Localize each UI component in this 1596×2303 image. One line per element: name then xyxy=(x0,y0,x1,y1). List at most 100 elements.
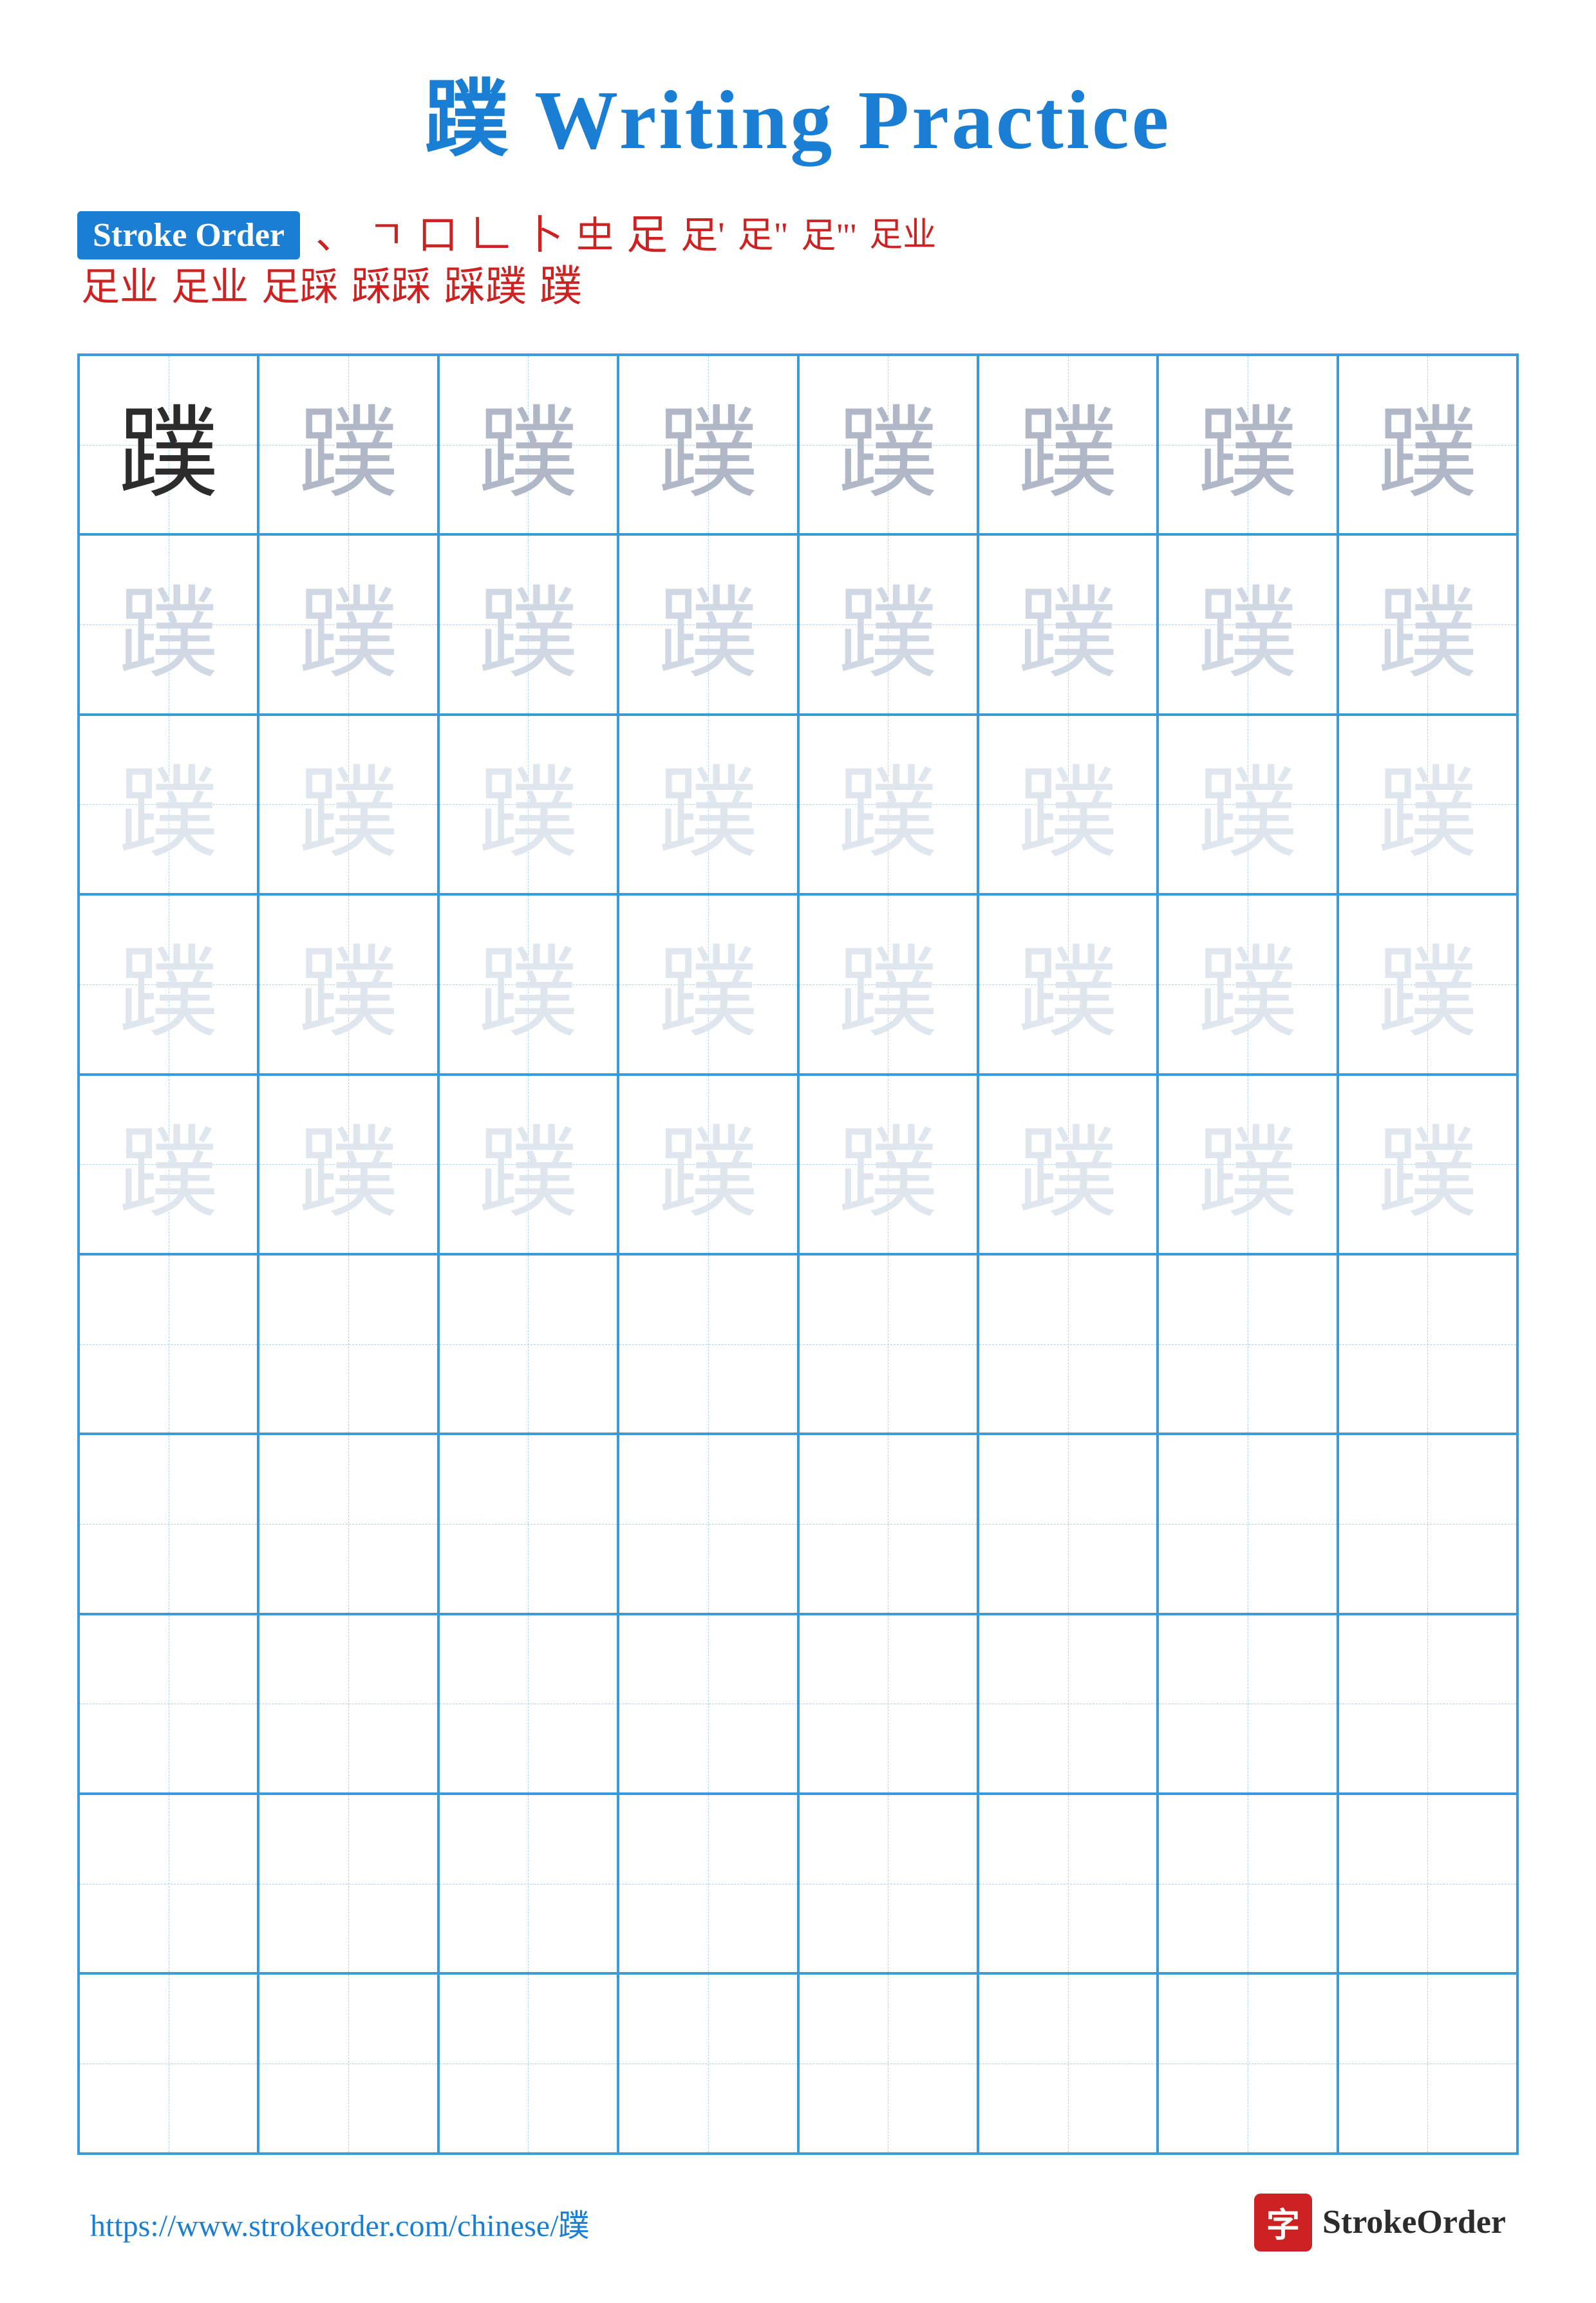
stroke-order-label: Stroke Order xyxy=(77,211,300,259)
cell-10-2 xyxy=(258,1973,438,2153)
char-very-light: 蹼 xyxy=(658,1092,758,1237)
grid-row-1: 蹼 蹼 蹼 蹼 蹼 蹼 蹼 蹼 xyxy=(79,355,1517,534)
char-mid: 蹼 xyxy=(478,372,578,517)
cell-9-7 xyxy=(1158,1794,1337,1973)
char-light: 蹼 xyxy=(299,552,399,697)
cell-4-5: 蹼 xyxy=(798,894,978,1074)
char-mid: 蹼 xyxy=(1197,372,1297,517)
cell-7-3 xyxy=(438,1434,618,1613)
char-very-light: 蹼 xyxy=(118,732,218,877)
cell-6-8 xyxy=(1338,1254,1517,1434)
cell-2-2: 蹼 xyxy=(258,534,438,714)
practice-grid: 蹼 蹼 蹼 蹼 蹼 蹼 蹼 蹼 蹼 蹼 蹼 蹼 蹼 蹼 蹼 蹼 蹼 蹼 蹼 蹼 … xyxy=(77,353,1519,2155)
grid-row-10 xyxy=(79,1973,1517,2153)
cell-2-8: 蹼 xyxy=(1338,534,1517,714)
char-mid: 蹼 xyxy=(658,372,758,517)
cell-4-8: 蹼 xyxy=(1338,894,1517,1074)
char-very-light: 蹼 xyxy=(838,1092,938,1237)
cell-1-6: 蹼 xyxy=(978,355,1158,534)
cell-8-8 xyxy=(1338,1614,1517,1794)
cell-4-7: 蹼 xyxy=(1158,894,1337,1074)
char-dark: 蹼 xyxy=(118,372,218,517)
cell-1-2: 蹼 xyxy=(258,355,438,534)
cell-6-7 xyxy=(1158,1254,1337,1434)
cell-7-2 xyxy=(258,1434,438,1613)
stroke-1: 、 xyxy=(315,216,355,256)
stroke-order-row-1: Stroke Order 、 ㄱ 口 𠃊 卜 𠀐 足 足' 足" 足"' 足业 xyxy=(77,211,1519,259)
cell-9-3 xyxy=(438,1794,618,1973)
stroke-5: 卜 xyxy=(523,216,563,256)
stroke-9: 足" xyxy=(738,218,789,254)
char-very-light: 蹼 xyxy=(1378,1092,1478,1237)
char-mid: 蹼 xyxy=(838,372,938,517)
cell-8-5 xyxy=(798,1614,978,1794)
char-very-light: 蹼 xyxy=(658,912,758,1057)
char-very-light: 蹼 xyxy=(838,912,938,1057)
cell-3-2: 蹼 xyxy=(258,715,438,894)
cell-4-2: 蹼 xyxy=(258,894,438,1074)
title-char: 蹼 xyxy=(425,74,511,167)
grid-row-6 xyxy=(79,1254,1517,1434)
cell-6-5 xyxy=(798,1254,978,1434)
cell-1-5: 蹼 xyxy=(798,355,978,534)
cell-8-3 xyxy=(438,1614,618,1794)
cell-2-7: 蹼 xyxy=(1158,534,1337,714)
cell-10-5 xyxy=(798,1973,978,2153)
char-very-light: 蹼 xyxy=(1018,912,1118,1057)
char-light: 蹼 xyxy=(1018,552,1118,697)
cell-3-5: 蹼 xyxy=(798,715,978,894)
cell-6-4 xyxy=(618,1254,798,1434)
cell-1-3: 蹼 xyxy=(438,355,618,534)
cell-3-3: 蹼 xyxy=(438,715,618,894)
cell-9-8 xyxy=(1338,1794,1517,1973)
cell-6-1 xyxy=(79,1254,258,1434)
char-very-light: 蹼 xyxy=(299,912,399,1057)
cell-5-3: 蹼 xyxy=(438,1075,618,1254)
cell-4-6: 蹼 xyxy=(978,894,1158,1074)
cell-5-2: 蹼 xyxy=(258,1075,438,1254)
stroke-order-row-2: 足业 足业 足踩 踩踩 踩蹼 蹼 xyxy=(77,266,1519,308)
cell-5-7: 蹼 xyxy=(1158,1075,1337,1254)
char-very-light: 蹼 xyxy=(1018,1092,1118,1237)
cell-7-4 xyxy=(618,1434,798,1613)
footer-logo-icon: 字 xyxy=(1254,2194,1312,2251)
char-very-light: 蹼 xyxy=(478,732,578,877)
cell-3-4: 蹼 xyxy=(618,715,798,894)
char-very-light: 蹼 xyxy=(1197,912,1297,1057)
grid-row-3: 蹼 蹼 蹼 蹼 蹼 蹼 蹼 蹼 xyxy=(79,715,1517,894)
grid-row-2: 蹼 蹼 蹼 蹼 蹼 蹼 蹼 蹼 xyxy=(79,534,1517,714)
cell-10-6 xyxy=(978,1973,1158,2153)
page: 蹼 Writing Practice Stroke Order 、 ㄱ 口 𠃊 … xyxy=(0,0,1596,2303)
cell-5-4: 蹼 xyxy=(618,1075,798,1254)
stroke-13: 足业 xyxy=(171,268,249,306)
cell-10-1 xyxy=(79,1973,258,2153)
stroke-7: 足 xyxy=(626,215,668,256)
cell-7-1 xyxy=(79,1434,258,1613)
char-very-light: 蹼 xyxy=(118,1092,218,1237)
cell-5-6: 蹼 xyxy=(978,1075,1158,1254)
char-very-light: 蹼 xyxy=(1018,732,1118,877)
footer-url[interactable]: https://www.strokeorder.com/chinese/蹼 xyxy=(90,2200,589,2245)
stroke-12: 足业 xyxy=(81,268,158,306)
footer-logo-text: StrokeOrder xyxy=(1322,2203,1506,2241)
stroke-order-section: Stroke Order 、 ㄱ 口 𠃊 卜 𠀐 足 足' 足" 足"' 足业 … xyxy=(77,211,1519,315)
cell-5-8: 蹼 xyxy=(1338,1075,1517,1254)
cell-9-1 xyxy=(79,1794,258,1973)
cell-7-7 xyxy=(1158,1434,1337,1613)
cell-6-2 xyxy=(258,1254,438,1434)
cell-8-4 xyxy=(618,1614,798,1794)
cell-10-8 xyxy=(1338,1973,1517,2153)
char-light: 蹼 xyxy=(1378,552,1478,697)
footer: https://www.strokeorder.com/chinese/蹼 字 … xyxy=(77,2194,1519,2251)
cell-1-7: 蹼 xyxy=(1158,355,1337,534)
char-mid: 蹼 xyxy=(1378,372,1478,517)
cell-6-6 xyxy=(978,1254,1158,1434)
cell-1-4: 蹼 xyxy=(618,355,798,534)
char-very-light: 蹼 xyxy=(658,732,758,877)
cell-3-8: 蹼 xyxy=(1338,715,1517,894)
cell-2-3: 蹼 xyxy=(438,534,618,714)
char-very-light: 蹼 xyxy=(1197,732,1297,877)
cell-7-5 xyxy=(798,1434,978,1613)
char-very-light: 蹼 xyxy=(299,1092,399,1237)
cell-2-1: 蹼 xyxy=(79,534,258,714)
